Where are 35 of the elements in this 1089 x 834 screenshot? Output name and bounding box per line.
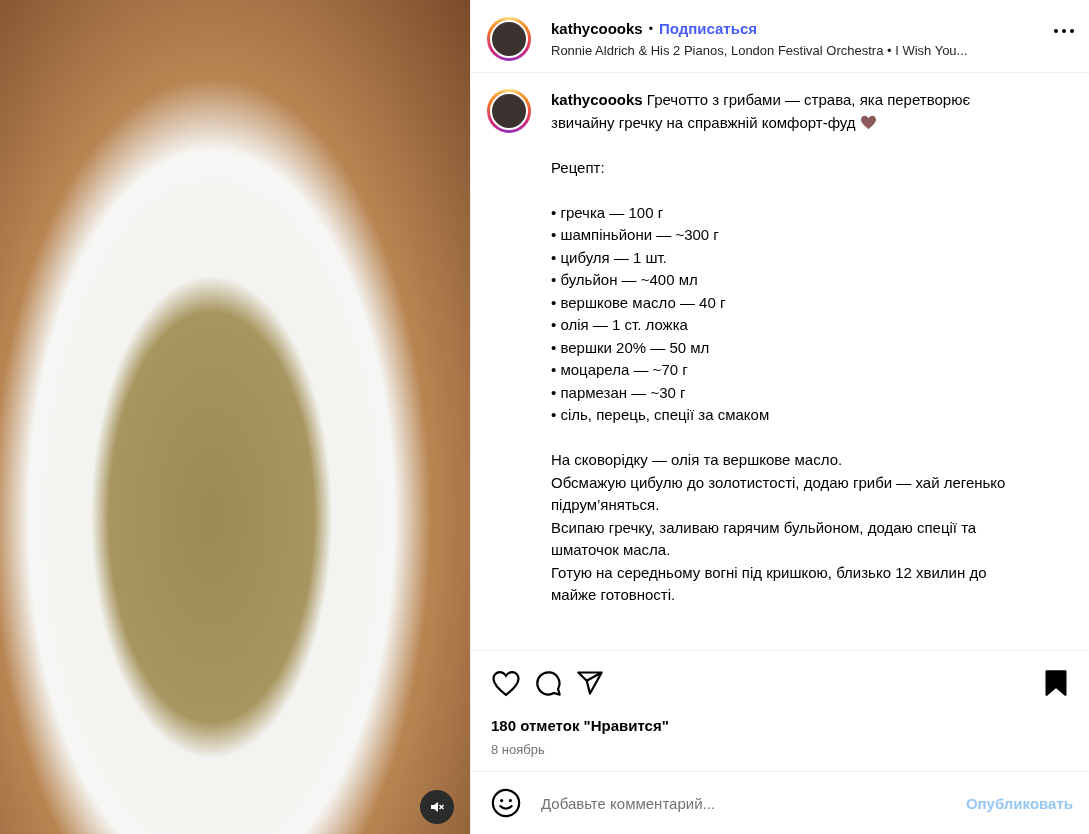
ingredient-line: • моцарела — ~70 г: [551, 360, 689, 380]
bookmark-icon[interactable]: [1043, 669, 1069, 697]
caption-text: kathycoooks Гречотто з грибами — страва, яка перетворює звичайну гречку на справжній комфорт-фуд: [551, 90, 972, 133]
follow-link[interactable]: Подписаться: [658, 20, 757, 37]
ingredient-line: • бульйон — ~400 мл: [551, 270, 699, 290]
ingredient-line: • цибуля — 1 шт.: [551, 247, 668, 268]
comment-field[interactable]: Добавьте комментарий...: [539, 793, 966, 813]
step-text: Всипаю гречку, заливаю гарячим бульйоном, додаю спеції та шматочок масла.: [551, 517, 978, 560]
avatar[interactable]: [487, 17, 531, 61]
comment-icon[interactable]: [533, 669, 563, 697]
heart-icon: [859, 114, 877, 130]
ingredient-line: • шампіньйони — ~300 г: [551, 225, 720, 245]
step-text: Обсмажую цибулю до золотистості, додаю гриби — хай легенько підрум’яняться.: [551, 472, 1007, 515]
ingredient-line: • сіль, перець, спеції за смаком: [551, 405, 771, 425]
username-link[interactable]: kathycoooks: [551, 91, 643, 108]
recipe-heading: Рецепт:: [551, 157, 606, 178]
likes-count[interactable]: 180 отметок "Нравится": [491, 717, 1069, 734]
share-icon[interactable]: [575, 669, 605, 697]
ingredient-line: • вершки 20% — 50 мл: [551, 337, 711, 358]
speaker-icon: [429, 799, 445, 815]
step-text: Готую на середньому вогні під кришкою, близько 12 хвилин до майже готовності.: [551, 562, 988, 605]
post-date: 8 ноябрь: [491, 742, 546, 757]
ingredient-line: • пармезан — ~30 г: [551, 382, 687, 403]
username-link[interactable]: kathycoooks: [551, 20, 643, 37]
separator-dot: •: [648, 21, 653, 36]
ingredient-line: • олія — 1 ст. ложка: [551, 315, 689, 335]
step-text: На сковорідку — олія та вершкове масло.: [551, 450, 844, 470]
emoji-icon[interactable]: [491, 788, 521, 818]
more-options-icon[interactable]: [1053, 28, 1075, 34]
audio-credit[interactable]: Ronnie Aldrich & His 2 Pianos, London Festival Orchestra • I Wish You...: [551, 43, 1053, 58]
avatar[interactable]: [487, 89, 531, 133]
ingredient-line: • вершкове масло — 40 г: [551, 292, 727, 313]
mute-button[interactable]: [420, 790, 454, 824]
like-icon[interactable]: [491, 669, 521, 697]
ingredient-line: • гречка — 100 г: [551, 202, 665, 223]
